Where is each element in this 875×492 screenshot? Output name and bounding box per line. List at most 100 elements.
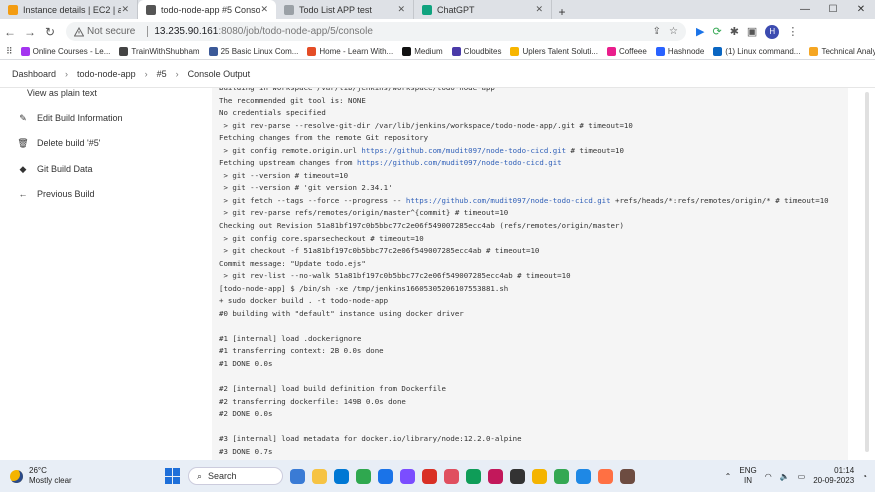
address-bar[interactable]: Not secure 13.235.90.161:8080/job/todo-n…: [66, 22, 686, 41]
taskbar-app-icon[interactable]: [290, 468, 305, 484]
tab-2[interactable]: todo-node-app #5 Console [Jenki✕: [138, 0, 276, 19]
url-text: 13.235.90.161:8080/job/todo-node-app/5/c…: [154, 26, 373, 37]
taskbar-app-icon[interactable]: [312, 468, 327, 484]
bookmark-item[interactable]: Home - Learn With...: [307, 47, 393, 56]
sidebar-item-trash[interactable]: 🗑 Delete build '#5': [17, 137, 100, 149]
clock[interactable]: 01:14 20-09-2023: [813, 466, 854, 486]
taskbar-app-icon[interactable]: [576, 468, 591, 484]
back-button[interactable]: ←: [0, 25, 20, 39]
sidebar-item-edit[interactable]: ✎ Edit Build Information: [17, 112, 122, 124]
not-secure-label: Not secure: [87, 26, 136, 37]
taskbar-app-icon[interactable]: [334, 468, 349, 484]
taskbar-app-icon[interactable]: [532, 468, 547, 484]
bookmark-label: (1) Linux command...: [725, 47, 801, 56]
bookmark-label: 25 Basic Linux Com...: [220, 47, 299, 56]
notification-icon[interactable]: ◔: [862, 472, 867, 481]
taskbar-app-icon[interactable]: [488, 468, 503, 484]
bookmark-item[interactable]: Cloudbites: [451, 47, 502, 56]
speaker-icon[interactable]: 🔈: [780, 472, 790, 481]
sidebar-item-git[interactable]: ◆ Git Build Data: [17, 163, 93, 175]
share-icon[interactable]: ⇪: [653, 26, 661, 37]
taskbar-app-icon[interactable]: [422, 468, 437, 484]
taskbar-app-icon[interactable]: [466, 468, 481, 484]
chevron-right-icon: ›: [65, 69, 69, 79]
bookmark-item[interactable]: 25 Basic Linux Com...: [208, 47, 299, 56]
repo-link[interactable]: https://github.com/mudit097/node-todo-ci…: [406, 196, 611, 205]
reload-button[interactable]: ↻: [40, 25, 60, 39]
repo-link[interactable]: https://github.com/mudit097/node-todo-ci…: [361, 146, 566, 155]
console-text: Building in workspace /var/lib/jenkins/w…: [219, 88, 829, 456]
sidebar-item-label: Delete build '#5': [37, 138, 101, 148]
new-tab-button[interactable]: +: [552, 5, 572, 19]
taskbar-app-icon[interactable]: [510, 468, 525, 484]
bookmark-label: Medium: [414, 47, 443, 56]
tab-1[interactable]: Instance details | EC2 | ap-south✕: [0, 0, 138, 19]
taskbar-app-icon[interactable]: [444, 468, 459, 484]
bookmark-item[interactable]: Technical Analysis...: [809, 47, 875, 56]
trash-icon: 🗑: [17, 137, 29, 148]
chevron-up-icon[interactable]: ⌃: [725, 472, 732, 481]
extension-icon[interactable]: ⟳: [712, 25, 721, 38]
puzzle-icon[interactable]: ✱: [730, 25, 739, 38]
taskbar-app-icon[interactable]: [356, 468, 371, 484]
weather-widget[interactable]: 26°C Mostly clear: [10, 466, 72, 486]
avatar[interactable]: H: [765, 24, 780, 39]
sidebar-item-label: Previous Build: [37, 189, 95, 199]
menu-icon[interactable]: ⋮: [787, 25, 798, 38]
tab-4[interactable]: ChatGPT ✕: [414, 0, 552, 19]
breadcrumb-item[interactable]: todo-node-app: [77, 69, 136, 79]
taskbar-app-icon[interactable]: [554, 468, 569, 484]
bookmark-star-icon[interactable]: ☆: [669, 26, 678, 37]
bookmark-label: Cloudbites: [463, 47, 502, 56]
bookmark-item[interactable]: TrainWithShubham: [119, 47, 200, 56]
minimize-button[interactable]: —: [791, 0, 819, 19]
bookmark-favicon-icon: [307, 47, 317, 56]
repo-link[interactable]: https://github.com/mudit097/node-todo-ci…: [357, 158, 562, 167]
wifi-icon[interactable]: ◠: [765, 472, 772, 481]
bookmark-item[interactable]: Medium: [402, 47, 443, 56]
apps-icon[interactable]: ⠿: [6, 46, 13, 57]
edit-icon: ✎: [19, 112, 27, 123]
bookmark-item[interactable]: Coffeee: [606, 47, 647, 56]
close-window-button[interactable]: ✕: [847, 0, 875, 19]
close-tab-icon[interactable]: ✕: [121, 4, 129, 15]
scrollbar[interactable]: [848, 88, 875, 460]
bookmark-favicon-icon: [20, 47, 30, 56]
bookmark-favicon-icon: [655, 47, 665, 56]
taskbar-app-icon[interactable]: [620, 468, 635, 484]
side-panel-icon[interactable]: ▣: [747, 25, 757, 38]
tab-3[interactable]: Todo List APP test ✕: [276, 0, 414, 19]
breadcrumb-item[interactable]: Dashboard: [12, 69, 56, 79]
breadcrumb-item[interactable]: Console Output: [188, 69, 251, 79]
sidebar-item-document[interactable]: View as plain text: [27, 88, 97, 98]
sidebar: View as plain text ✎ Edit Build Informatio…: [0, 88, 212, 460]
scrollbar-thumb[interactable]: [865, 92, 869, 452]
bookmark-item[interactable]: Online Courses - Le...: [20, 47, 110, 56]
taskbar-app-icon[interactable]: [598, 468, 613, 484]
taskbar-app-icon[interactable]: [400, 468, 415, 484]
extension-icon[interactable]: ▶: [696, 25, 704, 38]
bookmark-item[interactable]: (1) Linux command...: [713, 47, 800, 56]
bookmark-list: Online Courses - Le... TrainWithShubham 25…: [20, 47, 875, 56]
taskbar-search[interactable]: ⌕ Search: [188, 467, 283, 485]
windows-start-icon[interactable]: [165, 468, 181, 484]
bookmark-favicon-icon: [119, 47, 129, 56]
sidebar-item-arrow-left[interactable]: ← Previous Build: [17, 188, 95, 200]
language-indicator[interactable]: ENG IN: [739, 466, 756, 486]
bookmark-favicon-icon: [809, 47, 819, 56]
breadcrumb-item[interactable]: #5: [157, 69, 167, 79]
close-tab-icon[interactable]: ✕: [535, 4, 543, 15]
bookmark-item[interactable]: Uplers Talent Soluti...: [510, 47, 598, 56]
bookmark-item[interactable]: Hashnode: [655, 47, 705, 56]
extensions-area: ▶ ⟳ ✱ ▣ H ⋮: [696, 24, 798, 39]
close-tab-icon[interactable]: ✕: [397, 4, 405, 15]
tab-label: ChatGPT: [437, 4, 475, 15]
sidebar-item-label: View as plain text: [27, 88, 97, 98]
taskbar-app-icon[interactable]: [378, 468, 393, 484]
maximize-button[interactable]: ☐: [819, 0, 847, 19]
bookmark-label: Hashnode: [667, 47, 705, 56]
forward-button[interactable]: →: [20, 25, 40, 39]
not-secure-indicator[interactable]: Not secure: [74, 26, 135, 37]
close-tab-icon[interactable]: ✕: [260, 4, 268, 15]
battery-icon[interactable]: ▭: [798, 472, 806, 481]
